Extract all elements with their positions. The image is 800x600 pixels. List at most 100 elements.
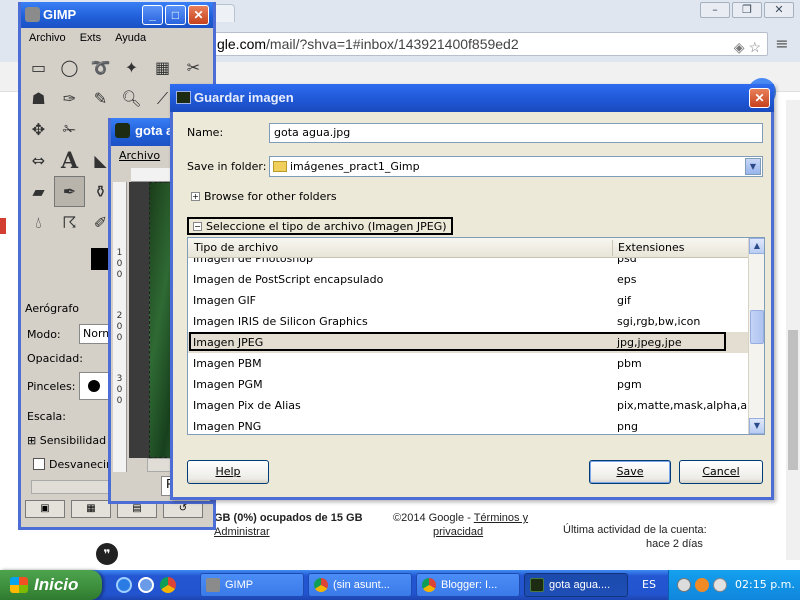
column-header-type[interactable]: Tipo de archivo — [194, 241, 278, 254]
file-type-extensions: png — [617, 420, 638, 433]
manage-link[interactable]: Administrar — [214, 526, 270, 538]
terms-link[interactable]: Términos y — [474, 512, 528, 524]
task-save-image[interactable]: gota agua.... — [524, 573, 628, 597]
browse-folders-expander[interactable]: + Browse for other folders — [191, 190, 337, 203]
color-select-icon[interactable]: ▦ — [147, 52, 178, 83]
close-icon[interactable]: ✕ — [188, 5, 209, 25]
file-type-row[interactable]: Imagen Pix de Alias pix,matte,mask,alpha,… — [188, 395, 748, 416]
file-type-row[interactable]: Imagen GIF gif — [188, 290, 748, 311]
page-scrollbar[interactable] — [786, 100, 800, 560]
file-type-row[interactable]: Imagen PNG png — [188, 416, 748, 434]
paths-icon[interactable]: ✑ — [54, 83, 85, 114]
close-icon[interactable]: ✕ — [764, 2, 794, 18]
scroll-up-icon[interactable]: ▲ — [749, 238, 764, 254]
file-type-name: Imagen PGM — [193, 378, 263, 391]
ruler-tick: 0 — [116, 270, 123, 280]
save-options-icon[interactable]: ▣ — [25, 500, 65, 518]
bookmark-star-icon[interactable]: ◈ ☆ — [734, 36, 761, 58]
minimize-icon[interactable]: _ — [142, 5, 163, 25]
scroll-down-icon[interactable]: ▼ — [749, 418, 764, 434]
address-bar[interactable]: gle.com/mail/?shva=1#inbox/143921400f859… — [210, 32, 768, 56]
taskbar: Inicio GIMP (sin asunt... Blogger: I... … — [0, 570, 800, 600]
task-blogger[interactable]: Blogger: I... — [416, 573, 520, 597]
hangouts-icon[interactable]: ❞ — [96, 543, 118, 565]
crop-icon[interactable]: ✁ — [54, 114, 85, 145]
zoom-icon[interactable]: 🔍︎ — [116, 83, 147, 114]
file-type-name: Imagen Pix de Alias — [193, 399, 301, 412]
save-folder-combo[interactable]: imágenes_pract1_Gimp ▼ — [269, 156, 763, 177]
rect-select-icon[interactable]: ▭ — [23, 52, 54, 83]
desktop-quicklaunch-icon[interactable] — [138, 577, 154, 593]
name-label: Name: — [187, 126, 224, 139]
smudge-icon[interactable]: ☈ — [54, 207, 85, 238]
file-type-vscrollbar[interactable]: ▲ ▼ — [748, 238, 764, 434]
file-type-row[interactable]: Imagen de PostScript encapsulado eps — [188, 269, 748, 290]
chevron-down-icon[interactable]: ▼ — [745, 158, 761, 175]
chrome-quicklaunch-icon[interactable] — [160, 577, 176, 593]
fade-checkbox[interactable] — [33, 458, 45, 470]
blur-icon[interactable]: 💧︎ — [23, 207, 54, 238]
file-type-name: Imagen PNG — [193, 420, 262, 433]
color-picker-icon[interactable]: ✎ — [85, 83, 116, 114]
language-indicator[interactable]: ES — [632, 570, 666, 600]
sensitivity-label: Sensibilidad d — [39, 434, 117, 447]
ellipse-select-icon[interactable]: ◯ — [54, 52, 85, 83]
brush-preview[interactable] — [79, 372, 109, 400]
airbrush-icon[interactable]: ✒ — [54, 176, 85, 207]
file-type-row[interactable]: Imagen JPEG jpg,jpeg,jpe — [188, 332, 748, 353]
task-gmail[interactable]: (sin asunt... — [308, 573, 412, 597]
eraser-icon[interactable]: ▰ — [23, 176, 54, 207]
start-button[interactable]: Inicio — [0, 570, 102, 600]
tray-icon-network[interactable] — [677, 578, 691, 592]
close-icon[interactable]: ✕ — [749, 88, 770, 108]
file-type-expander-label: Seleccione el tipo de archivo (Imagen JP… — [206, 220, 447, 233]
menu-archivo[interactable]: Archivo — [29, 32, 66, 46]
flip-icon[interactable]: ⇔ — [23, 145, 54, 176]
task-gimp[interactable]: GIMP — [200, 573, 304, 597]
save-button[interactable]: Save — [589, 460, 671, 484]
file-type-name: Imagen GIF — [193, 294, 257, 307]
file-type-row[interactable]: Imagen PBM pbm — [188, 353, 748, 374]
magic-wand-icon[interactable]: ✦ — [116, 52, 147, 83]
file-type-scroll-thumb[interactable] — [750, 310, 764, 344]
filename-input[interactable]: gota agua.jpg — [269, 123, 763, 143]
file-type-row[interactable]: Imagen PGM pgm — [188, 374, 748, 395]
folder-icon — [273, 161, 287, 172]
page-scroll-thumb[interactable] — [788, 330, 798, 470]
image-menu-archivo[interactable]: Archivo — [119, 149, 160, 162]
foreground-select-icon[interactable]: ☗ — [23, 83, 54, 114]
minimize-icon[interactable]: – — [700, 2, 730, 18]
dialog-title-bar[interactable]: Guardar imagen ✕ — [170, 84, 774, 112]
text-tool-icon[interactable]: A — [54, 145, 85, 176]
menu-exts[interactable]: Exts — [80, 32, 101, 46]
gimp-title-bar[interactable]: GIMP _ □ ✕ — [21, 2, 213, 28]
file-type-expander[interactable]: − Seleccione el tipo de archivo (Imagen J… — [187, 217, 453, 235]
move-icon[interactable]: ✥ — [23, 114, 54, 145]
maximize-icon[interactable]: □ — [165, 5, 186, 25]
menu-ayuda[interactable]: Ayuda — [115, 32, 146, 46]
column-separator — [612, 240, 613, 256]
scissors-icon[interactable]: ✂ — [178, 52, 209, 83]
help-button-label: Help — [215, 465, 241, 478]
restore-options-icon[interactable]: ▦ — [71, 500, 111, 518]
lasso-icon[interactable]: ➰ — [85, 52, 116, 83]
cancel-button[interactable]: Cancel — [679, 460, 763, 484]
browser-menu-icon[interactable]: ≡ — [772, 34, 792, 54]
file-type-name: Imagen IRIS de Silicon Graphics — [193, 315, 368, 328]
copyright-prefix: ©2014 Google - — [393, 512, 474, 524]
gimp-task-icon — [206, 578, 220, 592]
ie-quicklaunch-icon[interactable] — [116, 577, 132, 593]
column-header-extensions[interactable]: Extensiones — [618, 241, 685, 254]
tray-icon-update[interactable] — [695, 578, 709, 592]
privacy-link[interactable]: privacidad — [433, 526, 483, 538]
cancel-button-label: Cancel — [702, 465, 740, 478]
file-type-extensions: jpg,jpeg,jpe — [617, 336, 682, 349]
help-button[interactable]: Help — [187, 460, 269, 484]
collapse-minus-icon: − — [193, 222, 202, 231]
file-type-row[interactable]: Imagen de Photoshop psd — [188, 258, 748, 269]
file-type-list: Tipo de archivo Extensiones Imagen de Ph… — [187, 237, 765, 435]
restore-icon[interactable]: ❐ — [732, 2, 762, 18]
file-type-row[interactable]: Imagen IRIS de Silicon Graphics sgi,rgb,b… — [188, 311, 748, 332]
sensitivity-expander[interactable]: ⊞ Sensibilidad d — [27, 434, 117, 447]
tray-icon-volume[interactable] — [713, 578, 727, 592]
